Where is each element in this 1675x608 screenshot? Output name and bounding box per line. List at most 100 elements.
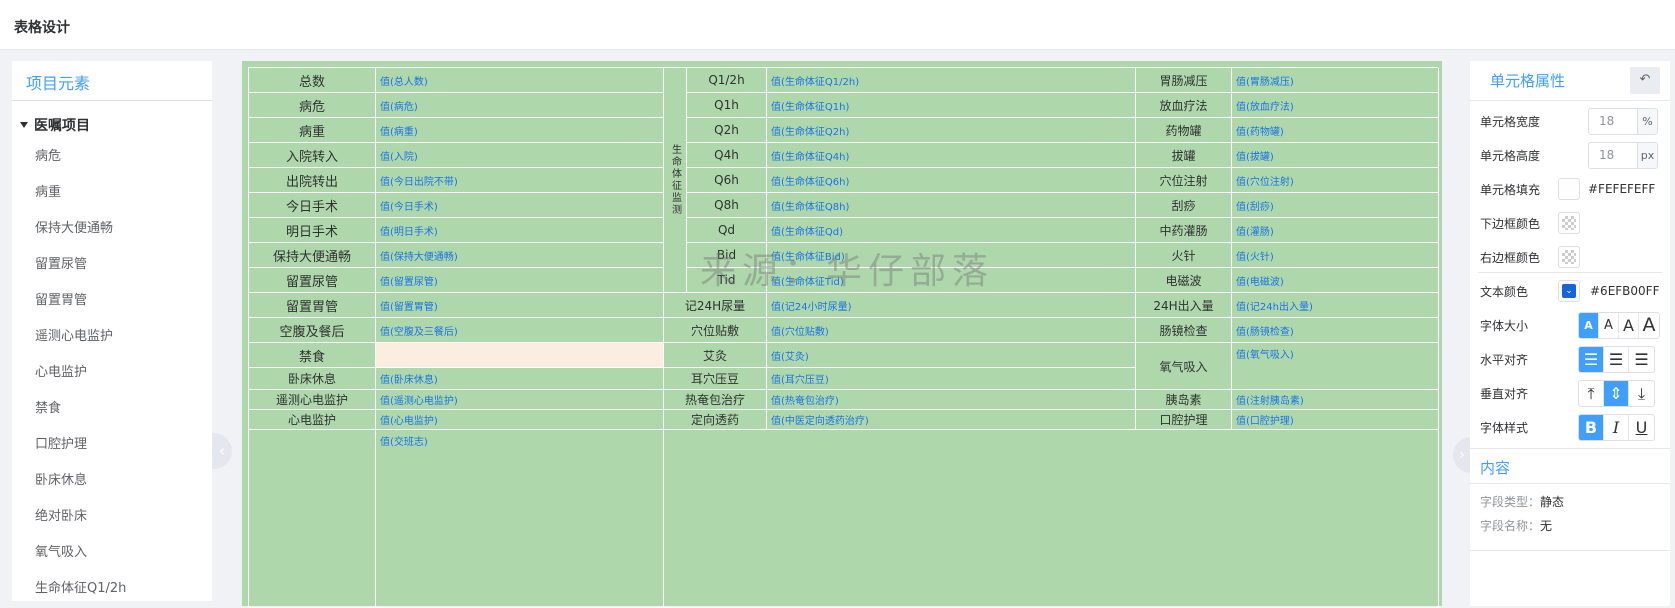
table-label-cell[interactable]: 穴位注射 (1136, 168, 1232, 193)
table-value-cell[interactable]: 值(生命体征Q2h) (767, 118, 1136, 143)
table-value-cell[interactable]: 值(肠镜检查) (1232, 318, 1439, 343)
tree-item[interactable]: 生命体征Q1/2h (12, 571, 212, 601)
table-value-cell[interactable]: 值(留置胃管) (376, 293, 664, 318)
valign-middle-button[interactable]: ⇕ (1604, 381, 1629, 406)
table-value-cell[interactable]: 值(注射胰岛素) (1232, 390, 1439, 410)
tree-item[interactable]: 病重 (12, 175, 212, 211)
table-label-cell[interactable]: 胃肠减压 (1136, 68, 1232, 93)
table-value-cell[interactable]: 值(艾灸) (767, 343, 1136, 368)
table-value-cell[interactable]: 值(今日手术) (376, 193, 664, 218)
table-value-cell[interactable]: 值(火针) (1232, 243, 1439, 268)
tree-item[interactable]: 留置尿管 (12, 247, 212, 283)
cell-fill-swatch[interactable] (1558, 178, 1580, 200)
cell-width-input[interactable]: 18 % (1588, 108, 1658, 135)
table-label-cell[interactable]: 今日手术 (249, 193, 376, 218)
table-value-cell[interactable]: 值(穴位贴敷) (767, 318, 1136, 343)
table-value-cell[interactable]: 值(电磁波) (1232, 268, 1439, 293)
table-label-cell[interactable]: Qd (687, 218, 767, 243)
table-value-cell[interactable]: 值(病重) (376, 118, 664, 143)
table-value-cell[interactable]: 值(生命体征Qd) (767, 218, 1136, 243)
font-size-large-button[interactable]: A (1619, 313, 1639, 338)
underline-button[interactable]: U (1629, 415, 1654, 440)
table-value-cell[interactable]: 值(交班志) (376, 430, 664, 608)
table-label-cell[interactable]: 病重 (249, 118, 376, 143)
table-label-cell[interactable]: 胰岛素 (1136, 390, 1232, 410)
table-label-cell[interactable]: Q2h (687, 118, 767, 143)
table-label-cell[interactable]: 定向透药 (664, 410, 767, 430)
table-value-cell[interactable]: 值(明日手术) (376, 218, 664, 243)
font-size-xlarge-button[interactable]: A (1639, 313, 1659, 338)
valign-top-button[interactable]: ⤒ (1579, 381, 1604, 406)
align-center-button[interactable]: ☰ (1604, 347, 1629, 372)
table-label-cell[interactable]: 热奄包治疗 (664, 390, 767, 410)
table-label-cell[interactable]: 24H出入量 (1136, 293, 1232, 318)
table-value-cell[interactable]: 值(卧床休息) (376, 368, 664, 390)
table-label-cell[interactable]: 总数 (249, 68, 376, 93)
table-value-cell[interactable]: 值(记24小时尿量) (767, 293, 1136, 318)
bottom-border-swatch[interactable] (1558, 212, 1580, 234)
table-value-cell[interactable]: 值(中医定向透药治疗) (767, 410, 1136, 430)
italic-button[interactable]: I (1604, 415, 1629, 440)
right-border-swatch[interactable] (1558, 246, 1580, 268)
table-value-cell[interactable]: 值(灌肠) (1232, 218, 1439, 243)
tree-item[interactable]: 禁食 (12, 391, 212, 427)
table-label-cell[interactable]: 卧床休息 (249, 368, 376, 390)
table-label-cell[interactable]: Q1h (687, 93, 767, 118)
table-label-cell[interactable]: 肠镜检查 (1136, 318, 1232, 343)
table-label-cell[interactable]: 刮痧 (1136, 193, 1232, 218)
font-size-small-button[interactable]: A (1579, 313, 1599, 338)
table-value-cell[interactable]: 值(生命体征Q8h) (767, 193, 1136, 218)
table-value-cell[interactable]: 值(病危) (376, 93, 664, 118)
table-value-cell[interactable]: 值(刮痧) (1232, 193, 1439, 218)
table-label-cell[interactable]: 遥测心电监护 (249, 390, 376, 410)
collapse-right-button[interactable]: › (1453, 437, 1471, 473)
vital-signs-group-cell[interactable]: 生命体征监测 (664, 68, 687, 293)
table-label-cell[interactable]: 拔罐 (1136, 143, 1232, 168)
collapse-left-button[interactable]: ‹ (212, 433, 232, 469)
text-color-swatch[interactable]: ⌄ (1558, 280, 1580, 302)
table-value-cell[interactable]: 值(遥测心电监护) (376, 390, 664, 410)
table-label-cell[interactable]: 留置尿管 (249, 268, 376, 293)
align-right-button[interactable]: ☰ (1629, 347, 1654, 372)
tree-item[interactable]: 留置胃管 (12, 283, 212, 319)
table-label-cell[interactable]: 禁食 (249, 343, 376, 368)
tree-item[interactable]: 绝对卧床 (12, 499, 212, 535)
table-label-cell[interactable]: 记24H尿量 (664, 293, 767, 318)
table-empty-cell[interactable] (664, 430, 1439, 608)
table-value-cell[interactable] (376, 343, 664, 368)
tree-item[interactable]: 心电监护 (12, 355, 212, 391)
table-value-cell[interactable]: 值(拔罐) (1232, 143, 1439, 168)
table-label-cell[interactable]: 中药灌肠 (1136, 218, 1232, 243)
table-value-cell[interactable]: 值(总人数) (376, 68, 664, 93)
table-label-cell[interactable] (249, 430, 376, 608)
table-label-cell[interactable]: Q6h (687, 168, 767, 193)
table-value-cell[interactable]: 值(生命体征Q1h) (767, 93, 1136, 118)
table-value-cell[interactable]: 值(空腹及三餐后) (376, 318, 664, 343)
table-label-cell[interactable]: 保持大便通畅 (249, 243, 376, 268)
table-value-cell[interactable]: 值(生命体征Q6h) (767, 168, 1136, 193)
bold-button[interactable]: B (1579, 415, 1604, 440)
valign-bottom-button[interactable]: ⤓ (1629, 381, 1654, 406)
tree-item[interactable]: 氧气吸入 (12, 535, 212, 571)
tree-item[interactable]: 保持大便通畅 (12, 211, 212, 247)
table-value-cell[interactable]: 值(生命体征Q1/2h) (767, 68, 1136, 93)
table-value-cell[interactable]: 值(胃肠减压) (1232, 68, 1439, 93)
table-value-cell[interactable]: 值(今日出院不带) (376, 168, 664, 193)
cell-height-input[interactable]: 18 px (1588, 142, 1658, 169)
table-label-cell[interactable]: 艾灸 (664, 343, 767, 368)
table-label-cell[interactable]: 出院转出 (249, 168, 376, 193)
tree-item[interactable]: 口腔护理 (12, 427, 212, 463)
table-value-cell[interactable]: 值(氧气吸入) (1232, 343, 1439, 390)
table-value-cell[interactable]: 值(保持大便通畅) (376, 243, 664, 268)
tree-item[interactable]: 遥测心电监护 (12, 319, 212, 355)
undo-button[interactable]: ↶ (1630, 67, 1660, 94)
table-label-cell[interactable]: Q8h (687, 193, 767, 218)
table-label-cell[interactable]: 药物罐 (1136, 118, 1232, 143)
table-label-cell[interactable]: 口腔护理 (1136, 410, 1232, 430)
table-value-cell[interactable]: 值(放血疗法) (1232, 93, 1439, 118)
table-label-cell[interactable]: 电磁波 (1136, 268, 1232, 293)
table-value-cell[interactable]: 值(口腔护理) (1232, 410, 1439, 430)
table-label-cell[interactable]: 明日手术 (249, 218, 376, 243)
tree-item[interactable]: 病危 (12, 139, 212, 175)
table-value-cell[interactable]: 值(耳穴压豆) (767, 368, 1136, 390)
